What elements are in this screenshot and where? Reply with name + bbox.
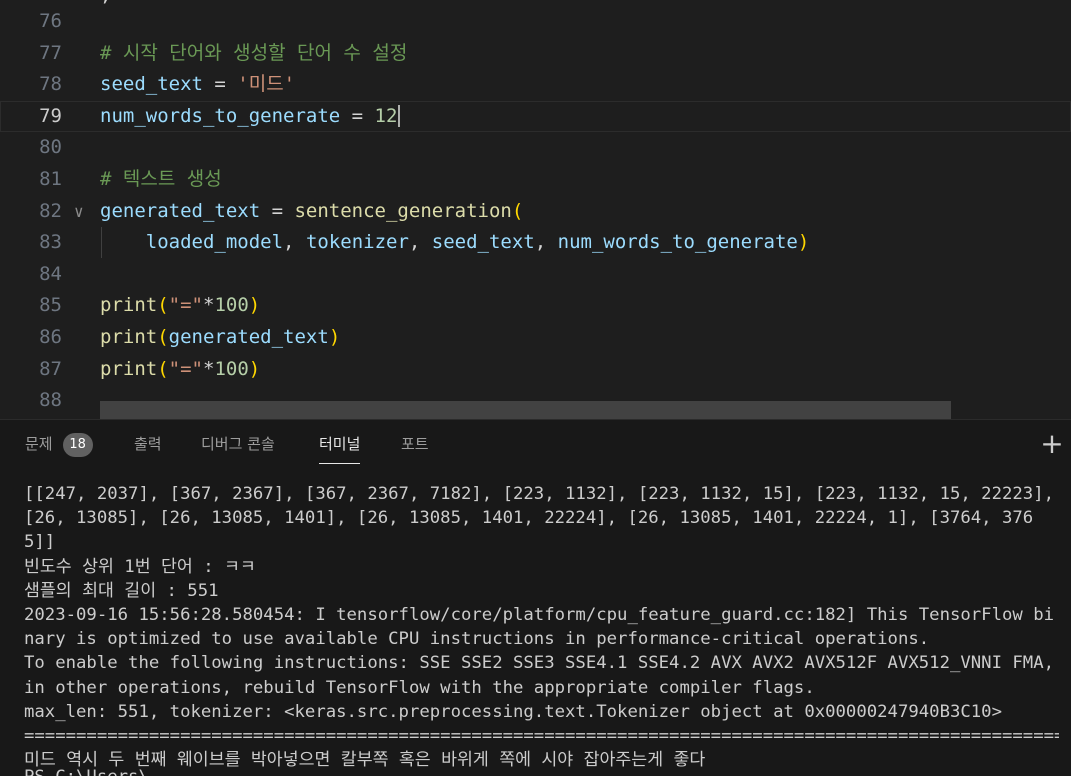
code-text: print(generated_text)	[100, 322, 340, 353]
line-number: 84	[39, 262, 62, 285]
code-token: tokenizer	[305, 231, 409, 254]
code-token: # 텍스트 생성	[100, 168, 222, 190]
terminal-line: ========================================…	[24, 726, 1059, 747]
code-token: ,	[283, 231, 306, 254]
code-token: )	[328, 326, 341, 348]
code-token: (	[157, 357, 169, 380]
plus-icon[interactable]: +	[1037, 426, 1067, 462]
code-line[interactable]: 79 num_words_to_generate = 12	[0, 100, 1071, 132]
line-number: 82	[39, 199, 62, 222]
panel-tabs: 문제 18 출력 디버그 콘솔 터미널 포트 +	[0, 420, 1071, 468]
code-token: 100	[214, 357, 249, 380]
line-number: 79	[39, 104, 62, 127]
code-line[interactable]: 86 print(generated_text)	[0, 322, 1071, 353]
code-text: num_words_to_generate = 12	[100, 101, 401, 132]
line-number: 83	[39, 231, 62, 254]
tab-debug-console[interactable]: 디버그 콘솔	[201, 420, 275, 468]
terminal-line: 빈도수 상위 1번 단어 : ㅋㅋ	[24, 556, 256, 577]
code-line[interactable]: 83 loaded_model, tokenizer, seed_text, n…	[0, 227, 1071, 259]
code-token: =	[202, 73, 238, 96]
code-token: =	[260, 199, 295, 222]
code-token: ,	[408, 231, 432, 254]
code-token: '미드'	[237, 73, 296, 96]
code-text: generated_text = sentence_generation(	[100, 196, 523, 227]
code-line[interactable]: 78 seed_text = '미드'	[0, 69, 1071, 100]
code-token: (	[157, 294, 169, 317]
code-token: (	[511, 199, 524, 222]
code-line[interactable]: 80	[0, 132, 1071, 163]
line-number: 81	[39, 168, 62, 190]
text-cursor	[398, 105, 401, 128]
code-token: =	[340, 104, 375, 127]
tab-terminal[interactable]: 터미널	[319, 420, 361, 468]
code-token: )	[248, 294, 261, 317]
code-token: )	[797, 231, 810, 254]
tab-debug-console-label: 디버그 콘솔	[201, 435, 275, 453]
partial-code-line: ,	[100, 0, 111, 6]
code-token: "="	[168, 357, 203, 380]
code-editor[interactable]: , 76 77 # 시작 단어와 생성할 단어 수 설정 78 seed_text = …	[0, 0, 1071, 419]
code-text: # 텍스트 생성	[100, 164, 222, 195]
code-token: )	[248, 357, 261, 380]
tab-ports[interactable]: 포트	[401, 420, 429, 468]
code-token: sentence_generation	[294, 199, 512, 222]
code-token: 12	[374, 104, 398, 127]
code-token: # 시작 단어와 생성할 단어 수 설정	[100, 41, 408, 64]
terminal-line: [[247, 2037], [367, 2367], [367, 2367, 7…	[24, 484, 1065, 553]
tab-problems-label: 문제	[25, 435, 53, 453]
line-number: 86	[39, 326, 62, 348]
code-token: 100	[214, 294, 249, 317]
code-text: seed_text = '미드'	[100, 69, 295, 100]
line-number: 77	[39, 41, 62, 64]
tab-terminal-label: 터미널	[319, 435, 361, 453]
terminal-line: 샘플의 최대 길이 : 551	[24, 580, 219, 601]
code-text: loaded_model, tokenizer, seed_text, num_…	[100, 227, 810, 258]
code-token: print	[100, 294, 158, 317]
code-line[interactable]: 85 print("="*100)	[0, 290, 1071, 321]
code-token: generated_text	[168, 326, 329, 348]
tab-output-label: 출력	[134, 435, 162, 453]
tab-problems[interactable]: 문제 18	[25, 420, 93, 468]
tab-output[interactable]: 출력	[134, 420, 162, 468]
code-token: num_words_to_generate	[100, 104, 341, 127]
code-line[interactable]: 76	[0, 6, 1071, 37]
code-line[interactable]: 84	[0, 259, 1071, 290]
code-token: num_words_to_generate	[557, 231, 798, 254]
problems-count-badge: 18	[62, 432, 93, 457]
line-number: 78	[39, 73, 62, 96]
horizontal-scrollbar[interactable]	[100, 401, 951, 419]
code-token: "="	[168, 294, 203, 317]
code-token: seed_text	[431, 231, 535, 254]
line-number: 80	[39, 136, 62, 159]
line-number: 88	[39, 389, 62, 412]
fold-chevron-icon[interactable]: ∨	[74, 196, 94, 227]
code-text: print("="*100)	[100, 290, 260, 321]
line-number: 85	[39, 294, 62, 317]
terminal-line: 2023-09-16 15:56:28.580454: I tensorflow…	[24, 605, 1055, 650]
code-line[interactable]: 77 # 시작 단어와 생성할 단어 수 설정	[0, 38, 1071, 69]
code-token: print	[100, 357, 158, 380]
code-token: *	[202, 294, 215, 317]
code-line[interactable]: 81 # 텍스트 생성	[0, 164, 1071, 195]
code-token: ,	[534, 231, 558, 254]
line-number: 87	[39, 357, 62, 380]
terminal-line: max_len: 551, tokenizer: <keras.src.prep…	[24, 701, 1002, 722]
code-line[interactable]: 87 print("="*100)	[0, 354, 1071, 385]
code-token: loaded_model	[145, 231, 284, 254]
code-token: generated_text	[100, 199, 261, 222]
code-token: (	[157, 326, 169, 348]
line-number: 76	[39, 10, 62, 32]
bottom-panel: 문제 18 출력 디버그 콘솔 터미널 포트 + [[247, 2037], [3…	[0, 419, 1071, 776]
code-token: *	[202, 357, 215, 380]
tab-ports-label: 포트	[401, 435, 429, 453]
code-text: print("="*100)	[100, 354, 260, 385]
code-token: seed_text	[100, 73, 203, 96]
terminal-output[interactable]: [[247, 2037], [367, 2367], [367, 2367, 7…	[24, 482, 1059, 776]
code-line[interactable]: 82 ∨ generated_text = sentence_generation(	[0, 196, 1071, 227]
terminal-line: To enable the following instructions: SS…	[24, 653, 1065, 698]
code-token: print	[100, 326, 158, 348]
code-text: # 시작 단어와 생성할 단어 수 설정	[100, 38, 407, 69]
